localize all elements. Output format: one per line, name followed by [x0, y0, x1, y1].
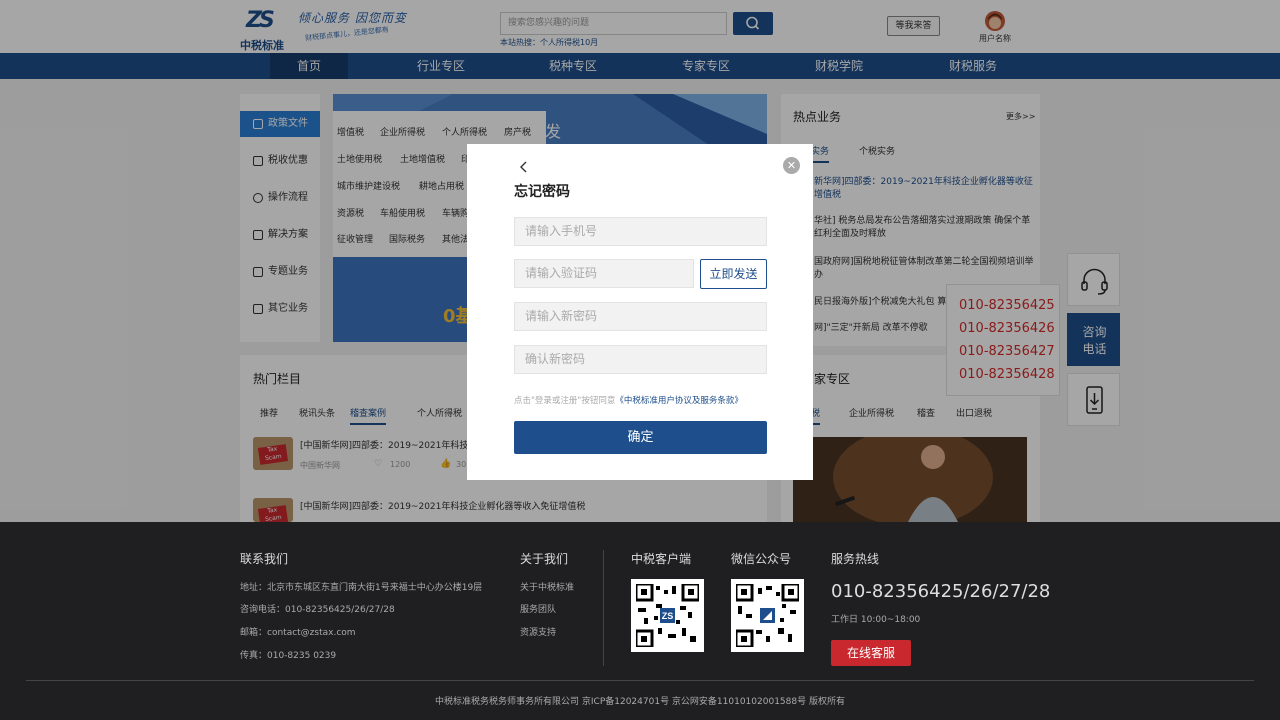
email[interactable]: 邮箱：contact@zstax.com: [240, 625, 356, 638]
online-service-button[interactable]: 在线客服: [831, 640, 911, 666]
footer-link-team[interactable]: 服务团队: [520, 602, 556, 615]
new-password-input[interactable]: 请输入新密码: [514, 302, 767, 331]
close-icon[interactable]: ✕: [783, 157, 800, 174]
footer-divider: [603, 550, 604, 666]
consult-phone: 咨询电话：010-82356425/26/27/28: [240, 605, 395, 615]
send-code-button[interactable]: 立即发送: [700, 259, 767, 289]
svg-text:ZS: ZS: [662, 611, 674, 621]
hotline-title: 服务热线: [831, 552, 880, 566]
verification-code-input[interactable]: 请输入验证码: [514, 259, 694, 288]
agreement-text: 点击"登录或注册"按钮同意《中税标准用户协议及服务条款》: [514, 396, 743, 406]
site-footer: 联系我们 地址：北京市东城区东直门南大街1号来福士中心办公楼19层 咨询电话：0…: [0, 522, 1280, 720]
wechat-title: 微信公众号: [731, 552, 792, 566]
client-qr-code: ZS: [631, 579, 704, 652]
back-icon[interactable]: [517, 160, 531, 174]
address: 地址：北京市东城区东直门南大街1号来福士中心办公楼19层: [240, 583, 483, 593]
footer-link-about[interactable]: 关于中税标准: [520, 580, 574, 593]
confirm-password-input[interactable]: 确认新密码: [514, 345, 767, 374]
working-hours: 工作日 10:00~18:00: [831, 615, 921, 625]
hotline-number[interactable]: 010-82356425/26/27/28: [831, 581, 1050, 602]
footer-line: [26, 680, 1254, 681]
client-title: 中税客户端: [631, 552, 692, 566]
copyright: 中税标准税务税务师事务所有限公司 京ICP备12024701号 京公网安备110…: [435, 697, 845, 707]
wechat-qr-code: [731, 579, 804, 652]
confirm-button[interactable]: 确定: [514, 421, 767, 454]
fax: 传真：010-8235 0239: [240, 651, 337, 661]
about-title: 关于我们: [520, 552, 569, 566]
dialog-title: 忘记密码: [514, 184, 570, 200]
forgot-password-dialog: ✕ 忘记密码 请输入手机号 请输入验证码 立即发送 请输入新密码 确认新密码 点…: [467, 144, 813, 480]
footer-link-resources[interactable]: 资源支持: [520, 625, 556, 638]
contact-title: 联系我们: [240, 552, 289, 566]
agreement-link[interactable]: 《中税标准用户协议及服务条款》: [615, 396, 743, 406]
phone-input[interactable]: 请输入手机号: [514, 217, 767, 246]
